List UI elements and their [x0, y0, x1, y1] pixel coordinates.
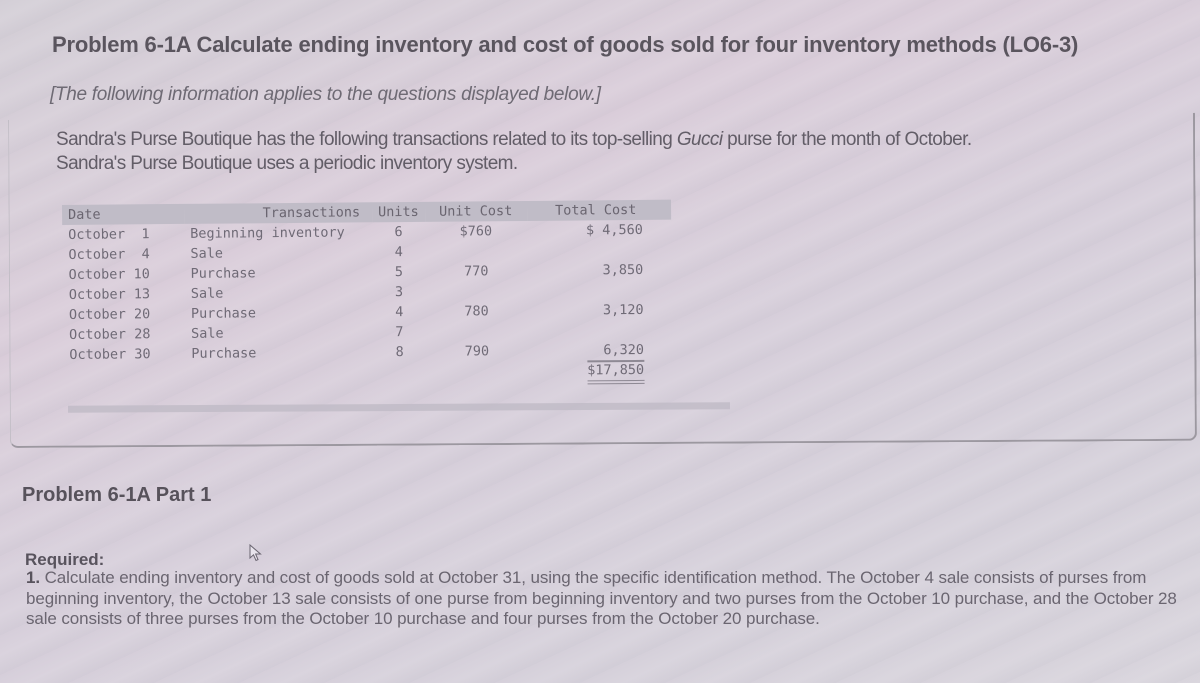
grand-total: $17,850: [587, 359, 645, 385]
part-title: Problem 6-1A Part 1: [22, 484, 212, 506]
header-unit-cost: Unit Cost: [424, 200, 527, 222]
row-unit-cost: 780: [464, 303, 489, 320]
row-total-cost: [527, 280, 671, 301]
row-total-cost: 3,120: [602, 301, 644, 319]
row-transaction: Purchase: [191, 345, 257, 362]
page-title: Problem 6-1A Calculate ending inventory …: [52, 32, 1079, 57]
row-unit-cost: 790: [464, 343, 490, 360]
row-unit-cost: 770: [463, 263, 489, 280]
row-unit-cost: [425, 241, 527, 262]
row-date: October 10: [68, 266, 150, 283]
row-total-cost: 6,320: [603, 341, 644, 359]
required-label: Required:: [25, 550, 105, 569]
row-date: October 28: [69, 326, 151, 343]
info-note: [The following information applies to th…: [50, 84, 601, 105]
row-date: October 13: [68, 286, 151, 303]
header-units: Units: [371, 201, 425, 223]
row-total-cost: 3,850: [602, 261, 644, 279]
row-date: October 4: [68, 246, 150, 263]
intro-text-start: Sandra's Purse Boutique has the followin…: [56, 129, 677, 150]
transactions-table: Date Transactions Units Unit Cost Total …: [62, 199, 672, 389]
brand-name: Gucci: [676, 129, 723, 150]
row-units: 5: [394, 264, 404, 281]
row-transaction: Sale: [191, 325, 224, 342]
header-total-cost: Total Cost: [526, 199, 671, 221]
intro-text-end: purse for the month of October.: [722, 129, 972, 150]
row-transaction: Purchase: [190, 305, 257, 322]
row-transaction: Beginning inventory: [190, 224, 345, 242]
row-total-cost: [527, 240, 671, 261]
row-transaction: Sale: [190, 245, 224, 262]
mouse-pointer-icon: [249, 544, 262, 562]
row-date: October 20: [68, 306, 151, 323]
row-units: 8: [395, 344, 404, 361]
requirement-text: Calculate ending inventory and cost of g…: [26, 568, 1177, 628]
row-units: 7: [395, 324, 404, 341]
header-date: Date: [62, 203, 185, 225]
row-unit-cost: [426, 321, 528, 342]
requirement-number: 1.: [26, 568, 40, 587]
intro-line-2: Sandra's Purse Boutique uses a periodic …: [56, 153, 518, 174]
row-unit-cost: [425, 281, 527, 302]
required-instructions: 1. Calculate ending inventory and cost o…: [26, 568, 1186, 630]
row-units: 4: [394, 244, 403, 261]
row-date: October 1: [68, 226, 150, 243]
row-transaction: Sale: [190, 285, 224, 302]
row-units: 6: [394, 224, 403, 241]
row-transaction: Purchase: [190, 265, 256, 282]
row-unit-cost: $760: [459, 223, 493, 240]
row-total-cost: [528, 320, 672, 341]
header-transactions: Transactions: [183, 202, 373, 224]
row-total-cost: $ 4,560: [585, 221, 643, 239]
row-date: October 30: [69, 346, 151, 363]
row-units: 3: [394, 284, 404, 301]
intro-paragraph: Sandra's Purse Boutique has the followin…: [56, 128, 972, 176]
row-units: 4: [395, 304, 404, 321]
